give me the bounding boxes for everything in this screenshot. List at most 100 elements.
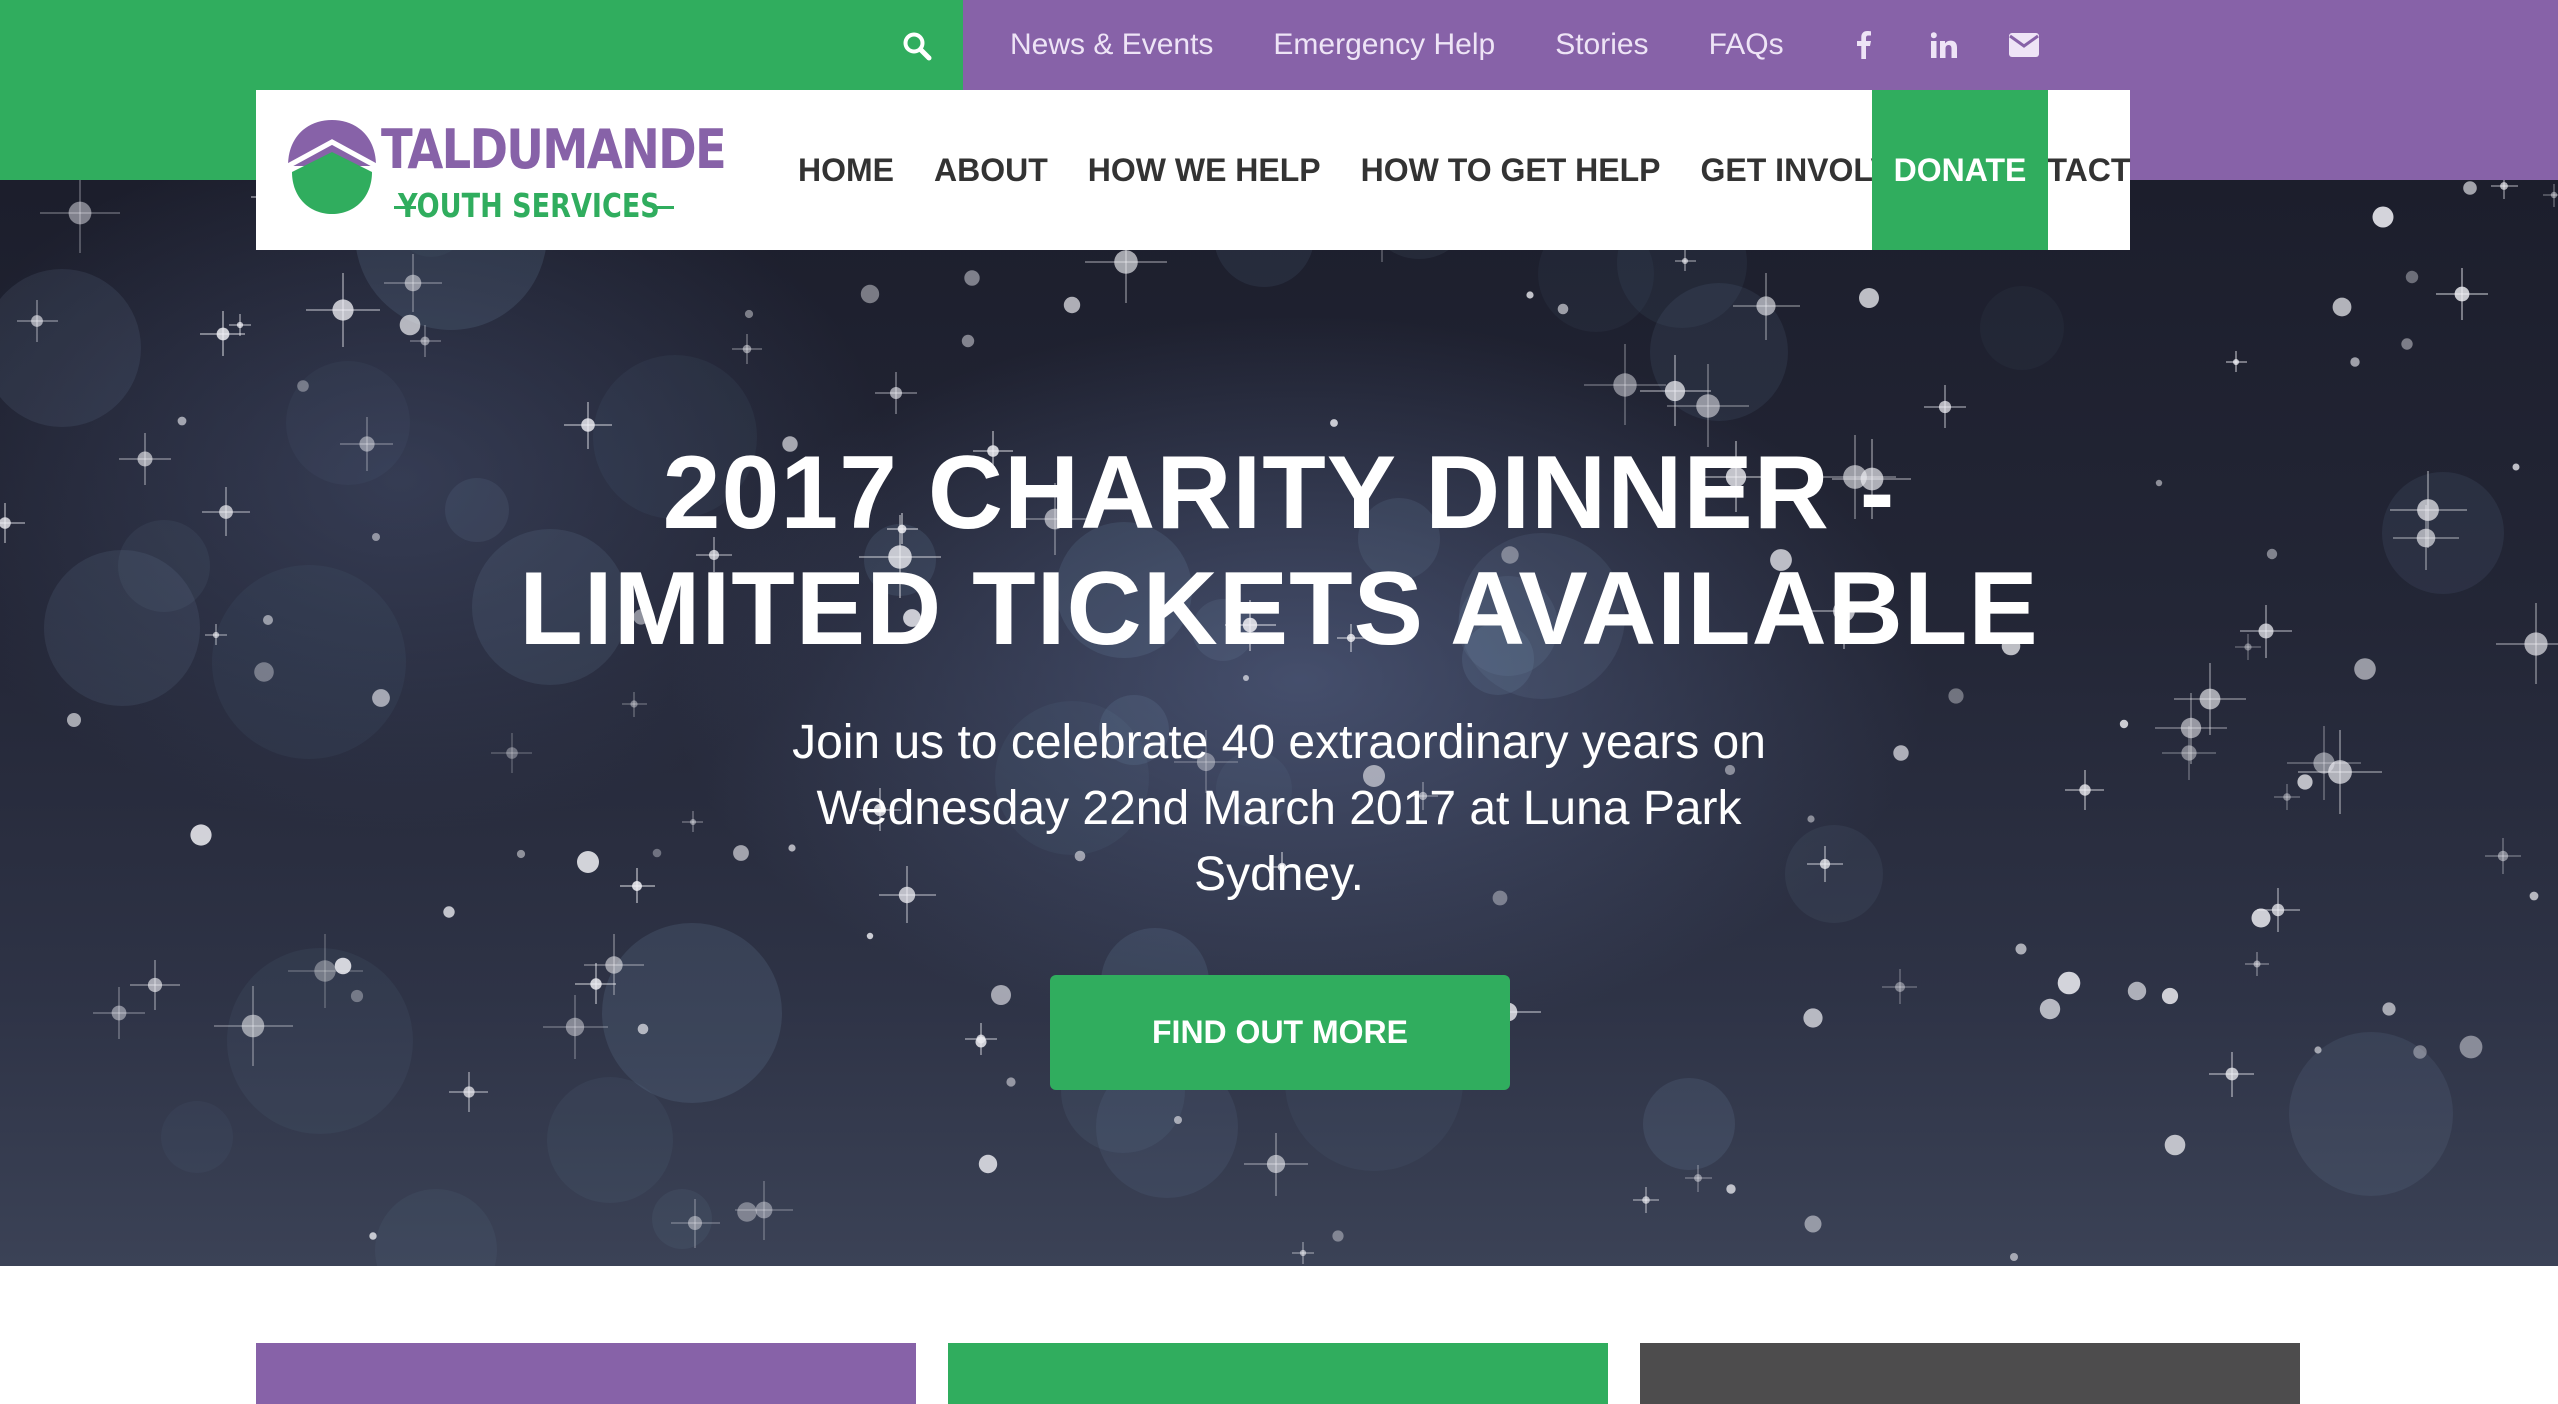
sparkle <box>1893 745 1909 761</box>
bokeh-light <box>1980 286 2064 370</box>
sparkle <box>2161 987 2179 1005</box>
hero-subtitle-line-1: Join us to celebrate 40 extraordinary ye… <box>792 716 1766 769</box>
sparkle <box>860 284 880 304</box>
sparkle <box>2436 268 2488 320</box>
sparkle <box>306 273 380 347</box>
sparkle <box>2405 270 2419 284</box>
sparkle <box>2297 774 2313 790</box>
sparkle <box>2209 1052 2254 1097</box>
email-link[interactable] <box>2004 25 2044 65</box>
sparkle <box>732 334 762 364</box>
sparkle <box>543 995 608 1059</box>
feature-tile-dark-grey[interactable] <box>1640 1343 2300 1404</box>
sparkle <box>2010 1253 2018 1261</box>
sparkle <box>652 848 662 858</box>
sparkle <box>2463 181 2477 195</box>
sparkle <box>297 380 309 392</box>
sparkle <box>1006 1077 1016 1087</box>
sparkle <box>1859 288 1879 308</box>
sparkle <box>1882 969 1917 1004</box>
sparkle <box>1243 675 1249 681</box>
bokeh-light <box>602 923 782 1103</box>
facebook-icon <box>1856 31 1871 59</box>
sparkle <box>2543 184 2558 207</box>
bokeh-light <box>547 1077 673 1203</box>
sparkle <box>1526 291 1534 299</box>
sparkle <box>2382 1002 2396 1016</box>
sparkle <box>1804 1215 1822 1233</box>
nav-how-we-help[interactable]: HOW WE HELP <box>1088 152 1321 189</box>
sparkle <box>2119 719 2129 729</box>
sparkle <box>2298 730 2382 814</box>
nav-about[interactable]: ABOUT <box>934 152 1048 189</box>
search-button[interactable] <box>880 16 954 76</box>
utility-link-news-events[interactable]: News & Events <box>1010 28 1213 62</box>
hero-subtitle-line-3: Sydney. <box>1194 848 1364 901</box>
sparkle <box>2274 784 2300 810</box>
nav-home[interactable]: HOME <box>798 152 894 189</box>
sparkle <box>2459 1035 2483 1059</box>
donate-button[interactable]: DONATE <box>1872 90 2048 250</box>
sparkle <box>1924 385 1966 428</box>
sparkle <box>744 309 754 319</box>
sparkle <box>372 689 390 707</box>
sparkle <box>2350 357 2360 367</box>
sparkle <box>1332 1230 1344 1242</box>
search-icon <box>903 32 932 61</box>
bokeh-light <box>2289 1032 2453 1196</box>
sparkle <box>1803 1008 1823 1028</box>
hero-banner: 2017 CHARITY DINNER - LIMITED TICKETS AV… <box>0 180 2558 1266</box>
sparkle <box>964 270 980 286</box>
nav-how-to-get-help[interactable]: HOW TO GET HELP <box>1361 152 1661 189</box>
logo-subtitle: YOUTH SERVICES <box>398 186 660 225</box>
sparkle <box>1726 1184 1736 1194</box>
sparkle <box>1244 1133 1308 1196</box>
sparkle <box>2287 726 2361 800</box>
hero-title: 2017 CHARITY DINNER - LIMITED TICKETS AV… <box>0 435 2558 667</box>
sparkle <box>978 1154 998 1174</box>
linkedin-link[interactable] <box>1924 25 1964 65</box>
sparkle <box>229 314 251 336</box>
feature-tile-purple[interactable] <box>256 1343 916 1404</box>
hero-title-line-2: LIMITED TICKETS AVAILABLE <box>519 551 2039 667</box>
sparkle <box>369 1232 377 1240</box>
logo[interactable]: TALDUMANDE YOUTH SERVICES <box>286 118 727 228</box>
sparkle <box>1292 1242 1314 1264</box>
hero-subtitle: Join us to celebrate 40 extraordinary ye… <box>729 710 1829 908</box>
facebook-link[interactable] <box>1844 25 1884 65</box>
sparkle <box>449 1072 488 1112</box>
sparkle <box>1330 419 1338 427</box>
sparkle <box>961 334 975 348</box>
bokeh-light <box>161 1101 233 1173</box>
feature-tile-green[interactable] <box>948 1343 1608 1404</box>
hero-title-line-1: 2017 CHARITY DINNER - <box>662 435 1896 551</box>
sparkle <box>620 868 655 903</box>
sparkle <box>2226 351 2247 372</box>
envelope-icon <box>2008 33 2039 57</box>
sparkle <box>577 851 599 873</box>
sparkle <box>866 932 874 940</box>
sparkle <box>875 372 917 414</box>
sparkle <box>130 960 180 1010</box>
sparkle <box>2413 1045 2427 1059</box>
utility-link-stories[interactable]: Stories <box>1555 28 1648 62</box>
utility-nav: News & Events Emergency Help Stories FAQ… <box>1010 0 2084 90</box>
find-out-more-button[interactable]: FIND OUT MORE <box>1050 975 1510 1090</box>
sparkle <box>1174 1116 1182 1124</box>
logo-house-icon <box>286 120 378 214</box>
sparkle <box>737 1202 757 1222</box>
sparkle <box>177 416 187 426</box>
bokeh-light <box>1643 1078 1735 1170</box>
sparkle <box>2529 891 2539 901</box>
sparkle <box>975 1036 987 1048</box>
sparkle <box>2039 998 2061 1020</box>
bokeh-light <box>0 269 141 427</box>
utility-link-emergency-help[interactable]: Emergency Help <box>1273 28 1495 62</box>
linkedin-icon <box>1930 32 1957 58</box>
sparkle <box>491 733 532 773</box>
sparkle <box>443 906 455 918</box>
sparkle <box>2491 180 2518 199</box>
sparkle <box>334 957 352 975</box>
sparkle <box>2485 838 2521 874</box>
utility-link-faqs[interactable]: FAQs <box>1709 28 1784 62</box>
